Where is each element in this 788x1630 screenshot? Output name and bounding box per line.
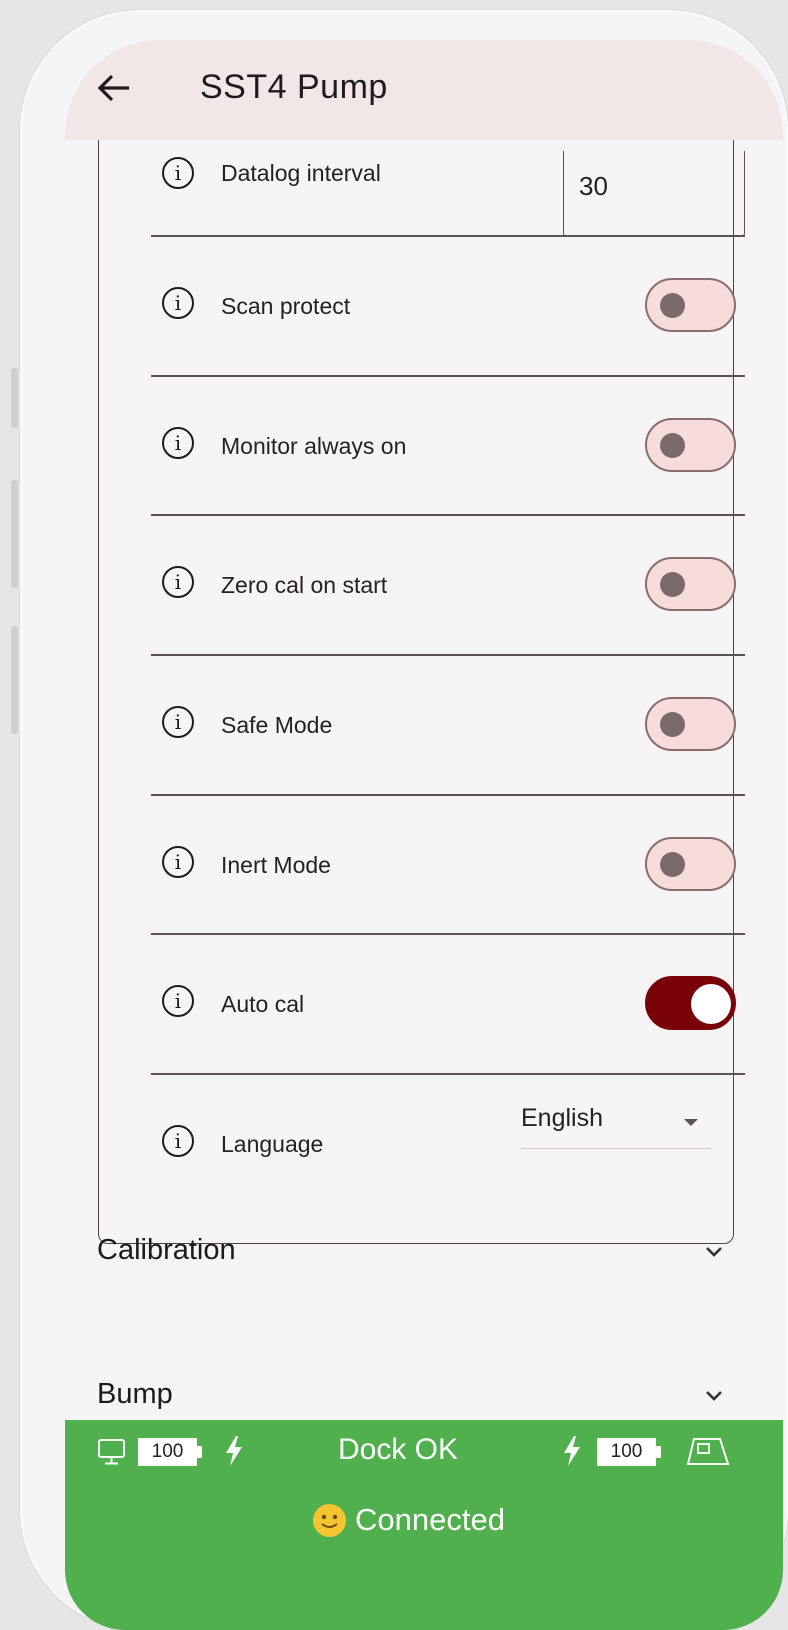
calibration-section-header[interactable]: Calibration bbox=[97, 1234, 737, 1284]
setting-label: Datalog interval bbox=[221, 160, 381, 186]
toggle-knob bbox=[660, 292, 685, 318]
auto-cal-toggle[interactable] bbox=[645, 976, 736, 1030]
info-icon[interactable]: i bbox=[162, 157, 194, 189]
info-icon[interactable]: i bbox=[162, 1125, 194, 1157]
chevron-down-icon bbox=[706, 1247, 722, 1257]
setting-row-scan-protect: i Scan protect bbox=[99, 235, 736, 375]
smiley-icon bbox=[313, 1504, 346, 1537]
left-battery-level: 100 bbox=[138, 1438, 202, 1466]
safe-mode-toggle[interactable] bbox=[645, 697, 736, 751]
side-button-top bbox=[11, 368, 18, 428]
status-bar: 100 Dock OK 100 Connected bbox=[65, 1420, 783, 1630]
setting-label: Zero cal on start bbox=[221, 572, 388, 598]
datalog-interval-input[interactable]: 30 bbox=[563, 151, 745, 237]
scan-protect-toggle[interactable] bbox=[645, 278, 736, 332]
info-icon[interactable]: i bbox=[162, 427, 194, 459]
back-arrow-icon[interactable] bbox=[95, 68, 135, 108]
screen: i Datalog interval 30 i Scan protect i M… bbox=[65, 40, 783, 1630]
info-icon[interactable]: i bbox=[162, 566, 194, 598]
toggle-knob bbox=[660, 571, 685, 597]
dock-status: Dock OK bbox=[338, 1433, 459, 1466]
connection-status: Connected bbox=[313, 1502, 505, 1538]
setting-row-zero-cal: i Zero cal on start bbox=[99, 514, 736, 654]
info-icon[interactable]: i bbox=[162, 985, 194, 1017]
app-bar: SST4 Pump bbox=[65, 40, 783, 140]
device-icon bbox=[686, 1438, 730, 1465]
settings-card: i Datalog interval 30 i Scan protect i M… bbox=[98, 90, 745, 1244]
toggle-knob bbox=[660, 711, 685, 737]
language-value: English bbox=[521, 1104, 603, 1132]
bolt-icon bbox=[564, 1436, 580, 1466]
language-select[interactable]: English bbox=[521, 1104, 711, 1149]
connection-label: Connected bbox=[355, 1502, 505, 1537]
page-title: SST4 Pump bbox=[200, 68, 388, 106]
section-title: Bump bbox=[97, 1378, 173, 1410]
zero-cal-on-start-toggle[interactable] bbox=[645, 557, 736, 611]
monitor-always-on-toggle[interactable] bbox=[645, 418, 736, 472]
toggle-knob bbox=[660, 851, 685, 877]
setting-label: Language bbox=[221, 1131, 324, 1157]
setting-label: Monitor always on bbox=[221, 433, 407, 459]
right-battery-level: 100 bbox=[597, 1438, 661, 1466]
setting-row-auto-cal: i Auto cal bbox=[99, 933, 736, 1073]
setting-label: Auto cal bbox=[221, 991, 305, 1017]
chevron-down-icon bbox=[706, 1391, 722, 1401]
bolt-icon bbox=[226, 1436, 242, 1466]
setting-label: Scan protect bbox=[221, 293, 351, 319]
side-button-middle bbox=[11, 480, 18, 588]
info-icon[interactable]: i bbox=[162, 287, 194, 319]
side-button-bottom bbox=[11, 626, 18, 734]
info-icon[interactable]: i bbox=[162, 706, 194, 738]
setting-label: Safe Mode bbox=[221, 712, 333, 738]
setting-row-safe-mode: i Safe Mode bbox=[99, 654, 736, 794]
setting-row-monitor-always-on: i Monitor always on bbox=[99, 375, 736, 515]
monitor-icon bbox=[98, 1439, 125, 1465]
phone-frame: i Datalog interval 30 i Scan protect i M… bbox=[20, 10, 788, 1630]
toggle-knob bbox=[660, 432, 685, 458]
setting-row-inert-mode: i Inert Mode bbox=[99, 794, 736, 934]
setting-label: Inert Mode bbox=[221, 852, 331, 878]
inert-mode-toggle[interactable] bbox=[645, 837, 736, 891]
section-title: Calibration bbox=[97, 1234, 236, 1266]
toggle-knob bbox=[691, 983, 731, 1024]
dropdown-caret-icon bbox=[684, 1119, 698, 1126]
info-icon[interactable]: i bbox=[162, 846, 194, 878]
